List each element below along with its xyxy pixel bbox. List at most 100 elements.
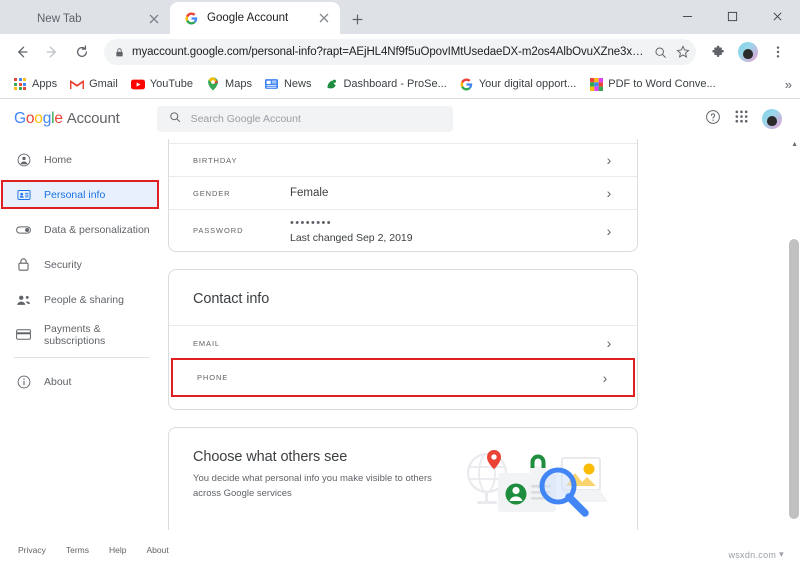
puzzle-icon[interactable] xyxy=(704,38,732,66)
chevron-right-icon[interactable]: › xyxy=(601,336,617,350)
sidebar-item-label: Data & personalization xyxy=(44,224,150,236)
sidebar-item-label: Personal info xyxy=(44,189,105,201)
card-title: Contact info xyxy=(169,270,637,325)
sidebar-item-about[interactable]: About xyxy=(0,369,163,394)
reload-icon[interactable] xyxy=(68,38,96,66)
row-value: Female xyxy=(290,187,601,199)
info-circle-icon xyxy=(16,374,31,389)
tab-close-icon[interactable] xyxy=(146,11,162,27)
footer-link-privacy[interactable]: Privacy xyxy=(18,545,46,555)
bookmark-label: Dashboard - ProSe... xyxy=(343,78,446,90)
watermark-text: wsxdn.com xyxy=(728,550,776,560)
sidebar-divider xyxy=(14,357,149,358)
forward-icon[interactable] xyxy=(38,38,66,66)
row-password[interactable]: PASSWORD •••••••• Last changed Sep 2, 20… xyxy=(169,209,637,251)
bookmark-dashboard[interactable]: Dashboard - ProSe... xyxy=(318,74,452,94)
new-tab-button[interactable] xyxy=(344,6,370,32)
chevron-right-icon[interactable]: › xyxy=(601,224,617,238)
maps-pin-icon xyxy=(206,77,220,91)
google-icon xyxy=(460,77,474,91)
contact-info-card: Contact info EMAIL › PHONE › xyxy=(168,269,638,410)
google-icon xyxy=(184,11,199,26)
row-phone[interactable]: PHONE › xyxy=(173,360,633,395)
card-description: You decide what personal info you make v… xyxy=(193,472,443,501)
sidebar-item-personal-info[interactable]: Personal info xyxy=(3,182,157,207)
star-icon[interactable] xyxy=(676,45,690,59)
footer-link-help[interactable]: Help xyxy=(109,545,126,555)
watermark-caret-icon: ▾ xyxy=(779,549,784,560)
bookmark-youtube[interactable]: YouTube xyxy=(125,74,199,94)
sidebar-item-home[interactable]: Home xyxy=(0,147,163,172)
scroll-up-arrow-icon[interactable]: ▲ xyxy=(791,141,798,148)
apps-grid-icon[interactable] xyxy=(734,109,749,129)
help-circle-icon[interactable] xyxy=(705,109,721,130)
tab-title: New Tab xyxy=(37,13,138,25)
gmail-icon xyxy=(70,77,84,91)
sidebar-item-label: Payments & subscriptions xyxy=(44,323,163,347)
row-birthday[interactable]: BIRTHDAY › xyxy=(169,143,637,176)
footer-link-about[interactable]: About xyxy=(147,545,169,555)
bookmark-news[interactable]: News xyxy=(259,74,318,94)
sidebar-item-payments-subscriptions[interactable]: Payments & subscriptions xyxy=(0,322,163,347)
pdf-converter-icon xyxy=(589,77,603,91)
row-label: EMAIL xyxy=(193,339,290,348)
chevron-right-icon[interactable]: › xyxy=(597,371,613,385)
chevron-right-icon[interactable]: › xyxy=(601,153,617,167)
avatar xyxy=(738,42,758,62)
google-account-header: Google Account Search Google Account xyxy=(0,99,800,139)
bookmark-pdf-to-word[interactable]: PDF to Word Conve... xyxy=(583,74,721,94)
address-bar[interactable]: myaccount.google.com/personal-info?rapt=… xyxy=(104,39,696,65)
sidebar-item-data-personalization[interactable]: Data & personalization xyxy=(0,217,163,242)
people-icon xyxy=(16,292,31,307)
bookmark-your-digital-opportunity[interactable]: Your digital opport... xyxy=(454,74,582,94)
page-scrollbar[interactable]: ▲ ▼ xyxy=(788,139,800,565)
toggle-switch-icon xyxy=(16,222,31,237)
sidebar-item-people-sharing[interactable]: People & sharing xyxy=(0,287,163,312)
watermark: wsxdn.com ▾ xyxy=(728,549,784,560)
google-account-page: Google Account Search Google Account xyxy=(0,99,800,565)
bookmark-label: Maps xyxy=(225,78,252,90)
bookmarks-bar: Apps Gmail YouTube xyxy=(0,70,800,99)
dashboard-icon xyxy=(324,77,338,91)
sidebar-item-security[interactable]: Security xyxy=(0,252,163,277)
scroll-thumb[interactable] xyxy=(789,239,799,519)
row-label: GENDER xyxy=(193,189,290,198)
tab-strip: New Tab Google Account xyxy=(0,0,800,34)
bookmark-apps[interactable]: Apps xyxy=(7,74,63,94)
page-body: Home Personal info Data & personalizatio… xyxy=(0,139,800,565)
password-masked-value: •••••••• xyxy=(290,217,601,229)
row-email[interactable]: EMAIL › xyxy=(169,325,637,360)
row-label: BIRTHDAY xyxy=(193,156,290,165)
search-placeholder: Search Google Account xyxy=(191,113,301,125)
footer-link-terms[interactable]: Terms xyxy=(66,545,89,555)
tab-google-account[interactable]: Google Account xyxy=(170,2,340,34)
avatar[interactable] xyxy=(762,109,782,129)
bookmark-maps[interactable]: Maps xyxy=(200,74,258,94)
back-icon[interactable] xyxy=(8,38,36,66)
window-controls xyxy=(665,0,800,32)
google-account-logo[interactable]: Google Account xyxy=(14,110,120,128)
profile-avatar-button[interactable] xyxy=(734,38,762,66)
tab-new-tab[interactable]: New Tab xyxy=(0,4,170,34)
chevron-right-icon[interactable]: › xyxy=(601,186,617,200)
search-icon[interactable] xyxy=(654,46,667,59)
header-actions xyxy=(705,109,786,130)
youtube-icon xyxy=(131,77,145,91)
search-input[interactable]: Search Google Account xyxy=(157,106,453,132)
sidebar-item-label: Security xyxy=(44,259,82,271)
bookmarks-overflow-icon[interactable]: » xyxy=(785,77,792,92)
close-button[interactable] xyxy=(755,0,800,32)
bookmark-label: Your digital opport... xyxy=(479,78,576,90)
bookmark-gmail[interactable]: Gmail xyxy=(64,74,124,94)
password-last-changed: Last changed Sep 2, 2019 xyxy=(290,232,601,244)
bookmark-label: News xyxy=(284,78,312,90)
apps-grid-icon xyxy=(13,77,27,91)
basic-info-card: NAME › BIRTHDAY › GENDER Female xyxy=(168,139,638,252)
lock-icon xyxy=(114,47,125,58)
row-gender[interactable]: GENDER Female › xyxy=(169,176,637,209)
kebab-menu-icon[interactable] xyxy=(764,38,792,66)
maximize-button[interactable] xyxy=(710,0,755,32)
main-content: NAME › BIRTHDAY › GENDER Female xyxy=(163,139,800,565)
minimize-button[interactable] xyxy=(665,0,710,32)
tab-close-icon[interactable] xyxy=(316,10,332,26)
